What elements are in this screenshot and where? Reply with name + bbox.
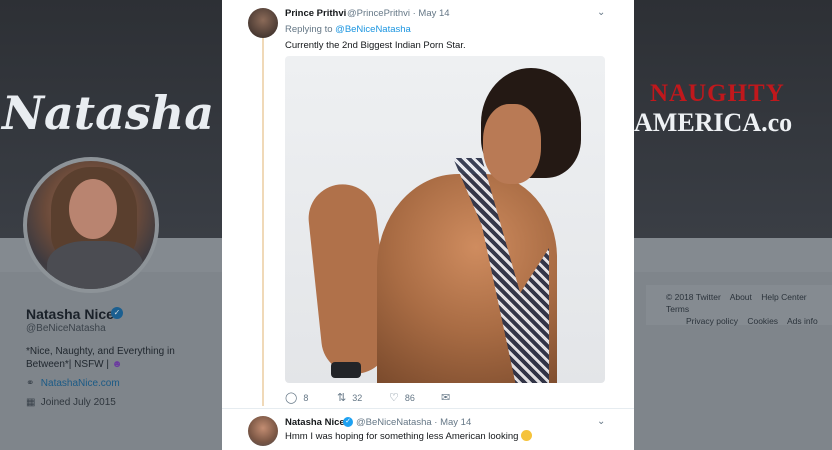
verified-icon: ✓ xyxy=(111,307,123,319)
footer-links: © 2018 Twitter About Help Center Terms P… xyxy=(646,285,832,326)
tweet-divider xyxy=(222,408,634,409)
banner-brand-line2: AMERICA.co xyxy=(634,108,793,137)
replying-to-mention[interactable]: @BeNiceNatasha xyxy=(335,24,411,35)
thinking-face-icon xyxy=(521,430,533,441)
retweet-count: 32 xyxy=(352,393,363,403)
avatar-face xyxy=(69,179,117,239)
reply-count: 8 xyxy=(303,393,309,403)
avatar-body xyxy=(47,241,143,289)
profile-bio: *Nice, Naughty, and Everything in Betwee… xyxy=(26,345,216,371)
tweet-author-name[interactable]: Prince Prithvi xyxy=(285,8,346,19)
chevron-down-icon[interactable]: ⌄ xyxy=(597,7,605,18)
retweet-icon: ⇅ xyxy=(337,392,347,404)
replying-to-label: Replying to xyxy=(285,24,333,35)
heart-icon: ♡ xyxy=(389,392,399,404)
tweet-actions: ◯ 8 ⇅ 32 ♡ 86 ✉ xyxy=(285,391,515,405)
reply-chevron-down-icon[interactable]: ⌄ xyxy=(597,416,605,427)
footer-copyright: © 2018 Twitter xyxy=(666,292,721,302)
retweet-action[interactable]: ⇅ 32 xyxy=(337,391,362,404)
tweet-detail-overlay: Prince Prithvi @PrincePrithvi · May 14 ⌄… xyxy=(222,0,634,450)
link-icon: ⚭ xyxy=(26,378,35,389)
replying-to: Replying to @BeNiceNatasha xyxy=(285,24,411,35)
profile-joined-row: ▦ Joined July 2015 xyxy=(26,397,116,408)
calendar-icon: ▦ xyxy=(26,397,36,408)
photo-face xyxy=(483,104,541,184)
footer-ads-link[interactable]: Ads info xyxy=(787,316,818,326)
tweet-author-avatar[interactable] xyxy=(248,8,278,38)
reply-verified-icon: ✓ xyxy=(343,417,353,427)
like-action[interactable]: ♡ 86 xyxy=(389,391,415,404)
envelope-icon: ✉ xyxy=(441,392,451,404)
photo-watch xyxy=(331,362,361,378)
reply-icon: ◯ xyxy=(285,392,298,404)
profile-name[interactable]: Natasha Nice xyxy=(26,306,114,322)
footer-privacy-link[interactable]: Privacy policy xyxy=(686,316,738,326)
profile-link[interactable]: NatashaNice.com xyxy=(41,378,120,389)
banner-brand-line1: NAUGHTY xyxy=(650,80,785,107)
profile-avatar[interactable] xyxy=(23,157,159,293)
tweet-text: Currently the 2nd Biggest Indian Porn St… xyxy=(285,40,466,51)
banner-brand-logo: NAUGHTY AMERICA.co xyxy=(634,80,832,138)
footer-cookies-link[interactable]: Cookies xyxy=(747,316,778,326)
profile-handle[interactable]: @BeNiceNatasha xyxy=(26,323,106,334)
reply-author-name[interactable]: Natasha Nice xyxy=(285,417,345,428)
profile-bio-text: *Nice, Naughty, and Everything in Betwee… xyxy=(26,346,175,370)
like-count: 86 xyxy=(404,393,415,403)
footer-terms-link[interactable]: Terms xyxy=(666,304,689,314)
reply-text-row: Hmm I was hoping for something less Amer… xyxy=(285,430,533,442)
dm-action[interactable]: ✉ xyxy=(441,391,456,404)
reply-author-avatar[interactable] xyxy=(248,416,278,446)
tweet-handle-time[interactable]: @PrincePrithvi · May 14 xyxy=(347,8,450,19)
reply-text: Hmm I was hoping for something less Amer… xyxy=(285,431,519,442)
profile-joined: Joined July 2015 xyxy=(40,397,116,408)
tweet-photo[interactable] xyxy=(285,56,605,383)
footer-about-link[interactable]: About xyxy=(730,292,752,302)
reply-action[interactable]: ◯ 8 xyxy=(285,391,308,404)
reply-handle-time[interactable]: @BeNiceNatasha · May 14 xyxy=(356,417,471,428)
profile-link-row[interactable]: ⚭ NatashaNice.com xyxy=(26,378,120,389)
devil-emoji-icon: ☻ xyxy=(111,359,123,370)
footer-help-link[interactable]: Help Center xyxy=(761,292,806,302)
thread-line xyxy=(262,38,264,406)
